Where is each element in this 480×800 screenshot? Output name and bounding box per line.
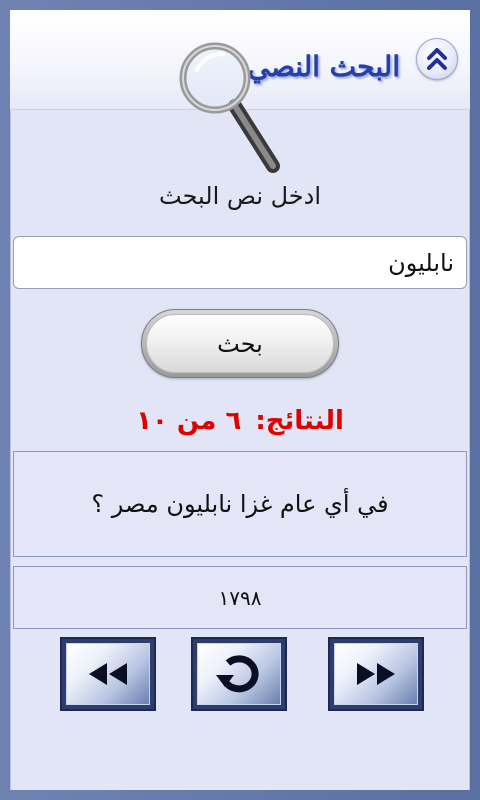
- search-button[interactable]: بحث: [141, 309, 339, 378]
- fast-forward-icon: [357, 663, 395, 685]
- search-button-label: بحث: [146, 314, 334, 373]
- refresh-button[interactable]: [191, 637, 287, 711]
- question-box: في أي عام غزا نابليون مصر ؟: [13, 451, 467, 557]
- magnifier-icon: [179, 42, 280, 173]
- results-label: النتائج:: [255, 406, 344, 436]
- results-counter: النتائج: ٦ من ١٠: [10, 406, 470, 436]
- header: البحث النصي: [10, 10, 470, 173]
- chevron-up-icon: [427, 48, 447, 70]
- rewind-icon: [89, 663, 127, 685]
- question-text: في أي عام غزا نابليون مصر ؟: [91, 490, 389, 518]
- next-button[interactable]: [328, 637, 424, 711]
- results-count: ٦ من ١٠: [136, 406, 242, 436]
- search-prompt-label: ادخل نص البحث: [159, 182, 321, 210]
- search-input[interactable]: [13, 236, 467, 289]
- previous-button[interactable]: [60, 637, 156, 711]
- collapse-button[interactable]: [416, 38, 458, 80]
- answer-box: ١٧٩٨: [13, 566, 467, 629]
- answer-text: ١٧٩٨: [218, 585, 262, 610]
- refresh-icon: [216, 655, 259, 693]
